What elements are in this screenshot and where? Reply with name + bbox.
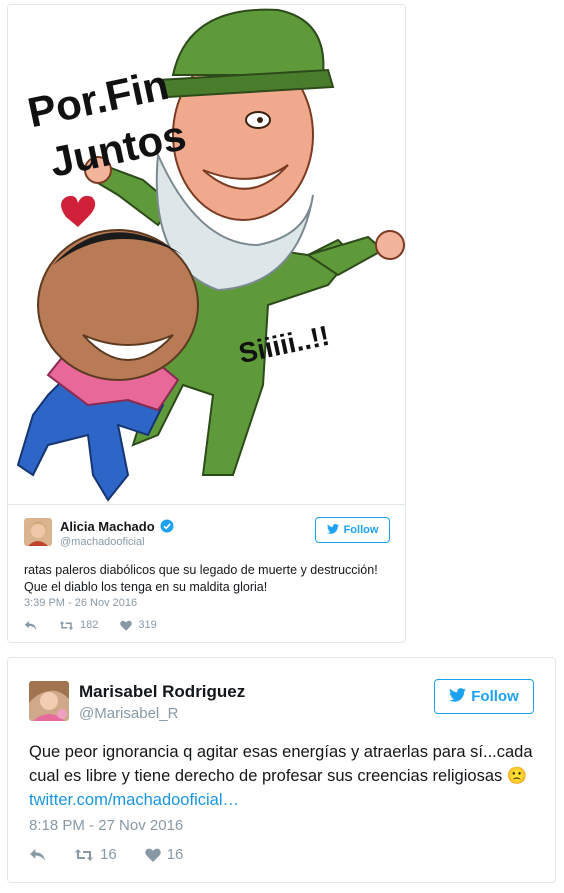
author-name[interactable]: Alicia Machado [60, 519, 155, 534]
caricature-illustration: Por.Fin Juntos Siiiii..!! [8, 5, 405, 504]
tweet-text: Que peor ignorancia q agitar esas energí… [29, 740, 539, 812]
reply-button[interactable] [29, 848, 46, 862]
like-button[interactable]: 319 [120, 619, 157, 631]
twitter-bird-icon [449, 687, 467, 706]
retweet-count: 16 [100, 846, 117, 863]
follow-button[interactable]: Follow [434, 679, 534, 714]
embedded-tweet-alicia: Por.Fin Juntos Siiiii..!! Alicia Machado… [7, 4, 406, 643]
like-button[interactable]: 16 [144, 846, 184, 863]
tweet-text: ratas paleros diabólicos que su legado d… [24, 562, 394, 596]
retweet-button[interactable]: 182 [59, 619, 98, 631]
avatar-marisabel[interactable] [29, 681, 69, 721]
timestamp[interactable]: 8:18 PM - 27 Nov 2016 [29, 817, 183, 834]
follow-label: Follow [343, 524, 379, 536]
retweet-icon [59, 620, 74, 631]
author-handle[interactable]: @machadooficial [60, 536, 145, 548]
retweet-count: 182 [80, 619, 99, 631]
author-name[interactable]: Marisabel Rodriguez [79, 682, 245, 702]
embedded-tweet-marisabel: Marisabel Rodriguez @Marisabel_R Follow … [7, 657, 556, 883]
heart-icon [144, 848, 161, 862]
action-bar: 182 319 [24, 619, 179, 631]
heart-icon [120, 620, 133, 631]
timestamp[interactable]: 3:39 PM - 26 Nov 2016 [24, 597, 137, 609]
twitter-bird-icon [326, 523, 339, 537]
tweet-link[interactable]: twitter.com/machadooficial… [29, 791, 239, 809]
tweet-text-main: Que peor ignorancia q agitar esas energí… [29, 743, 533, 785]
follow-button[interactable]: Follow [315, 517, 390, 543]
verified-badge-icon [160, 519, 174, 538]
like-count: 319 [138, 619, 157, 631]
reply-button[interactable] [24, 620, 37, 631]
reply-icon [29, 848, 46, 862]
reply-icon [24, 620, 37, 631]
author-handle[interactable]: @Marisabel_R [79, 705, 178, 722]
retweet-icon [74, 848, 94, 862]
frown-emoji-icon: 🙁 [506, 766, 528, 785]
retweet-button[interactable]: 16 [74, 846, 117, 863]
tweet-text-line2: Que el diablo los tenga en su maldita gl… [24, 580, 268, 594]
follow-label: Follow [471, 688, 519, 705]
avatar-alicia[interactable] [24, 518, 52, 546]
like-count: 16 [166, 846, 184, 863]
tweet-text-line1: ratas paleros diabólicos que su legado d… [24, 563, 378, 577]
tweet-media-caricature[interactable]: Por.Fin Juntos Siiiii..!! [8, 5, 405, 505]
action-bar: 16 16 [29, 846, 211, 863]
